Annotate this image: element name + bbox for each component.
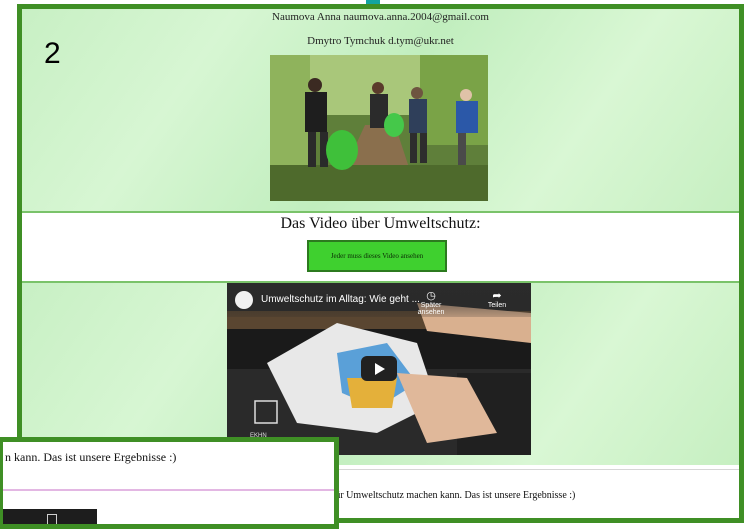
watch-later-button[interactable]: ◷ Später ansehen — [411, 289, 451, 316]
play-button-icon[interactable] — [361, 356, 397, 381]
zoomed-inset-panel: n kann. Das ist unsere Ergebnisse :) — [0, 437, 339, 529]
volunteers-cleanup-photo — [270, 55, 488, 201]
video-thumbnail-fragment — [3, 509, 97, 524]
results-text: für Umweltschutz machen kann. Das ist un… — [332, 490, 576, 501]
watch-later-label: Später ansehen — [417, 302, 445, 316]
inset-divider — [3, 489, 334, 491]
channel-avatar[interactable] — [235, 291, 253, 309]
share-label: Teilen — [487, 302, 507, 309]
contact-line: Naumova Anna naumova.anna.2004@gmail.com — [272, 11, 489, 23]
video-title[interactable]: Umweltschutz im Alltag: Wie geht ... — [261, 294, 420, 305]
slide-number: 2 — [44, 37, 61, 70]
watch-video-button[interactable]: Jeder muss dieses Video ansehen — [307, 240, 447, 272]
share-icon: ➦ — [492, 290, 502, 302]
copy-icon — [47, 514, 57, 524]
contact-line: Dmytro Tymchuk d.tym@ukr.net — [307, 35, 454, 47]
share-button[interactable]: ➦ Teilen — [477, 289, 517, 309]
clock-icon: ◷ — [426, 290, 436, 302]
video-section-title: Das Video über Umweltschutz: — [280, 215, 481, 232]
inset-results-text: n kann. Das ist unsere Ergebnisse :) — [5, 450, 177, 464]
youtube-video-player[interactable]: Umweltschutz im Alltag: Wie geht ... ◷ S… — [227, 283, 531, 455]
